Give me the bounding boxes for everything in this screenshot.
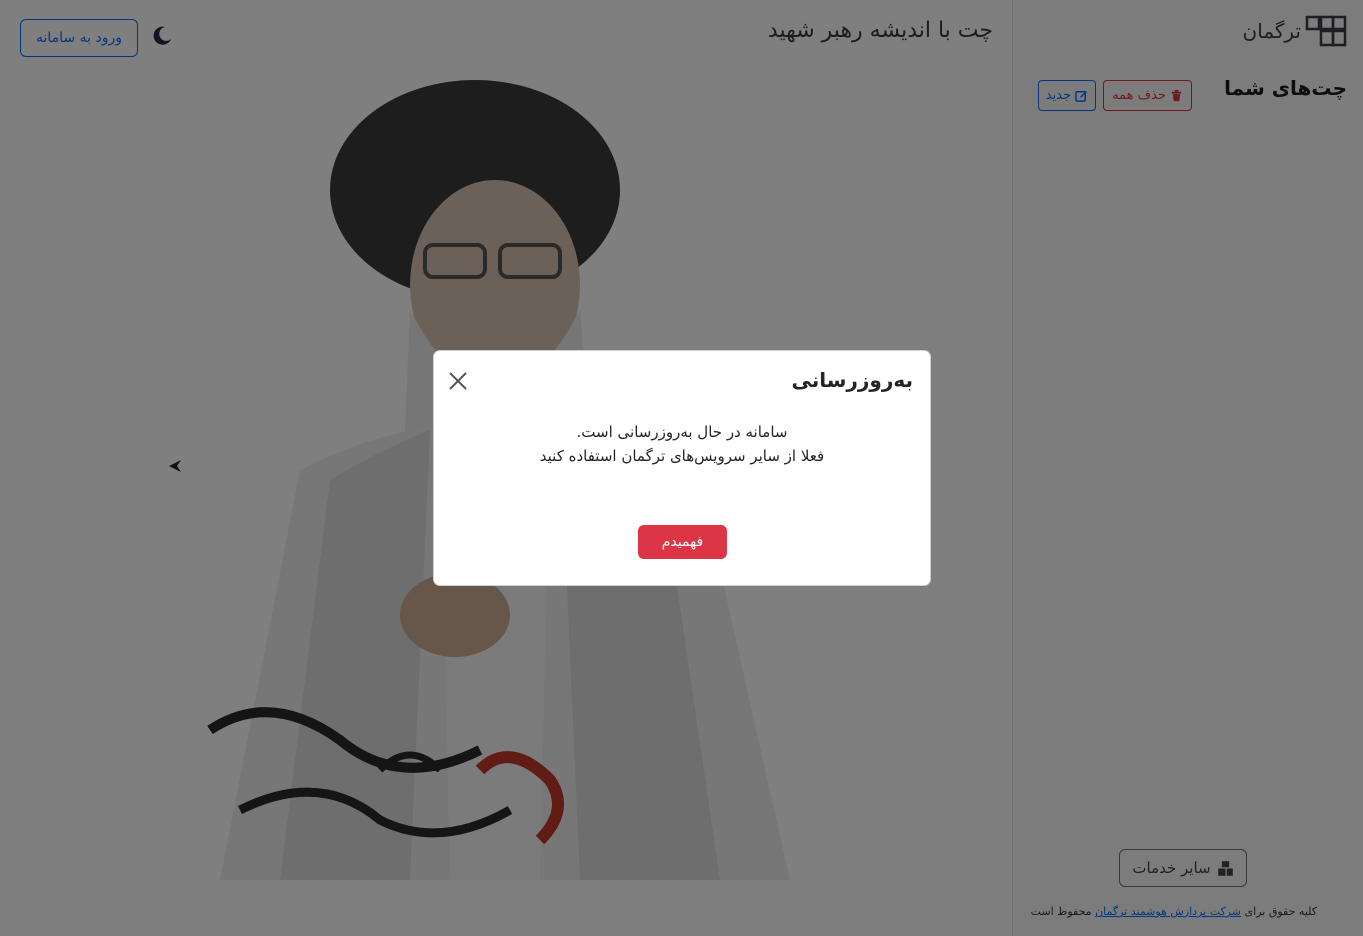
modal-body: سامانه در حال به‌روزرسانی است. فعلا از س…	[434, 420, 930, 468]
close-icon[interactable]	[447, 370, 469, 392]
understood-button[interactable]: فهمیدم	[638, 525, 727, 559]
modal-title: به‌روزرسانی	[791, 368, 913, 392]
modal-message-line2: فعلا از سایر سرویس‌های ترگمان استفاده کن…	[539, 447, 825, 465]
update-modal: به‌روزرسانی سامانه در حال به‌روزرسانی اس…	[433, 350, 931, 586]
modal-message-line1: سامانه در حال به‌روزرسانی است.	[576, 423, 788, 441]
